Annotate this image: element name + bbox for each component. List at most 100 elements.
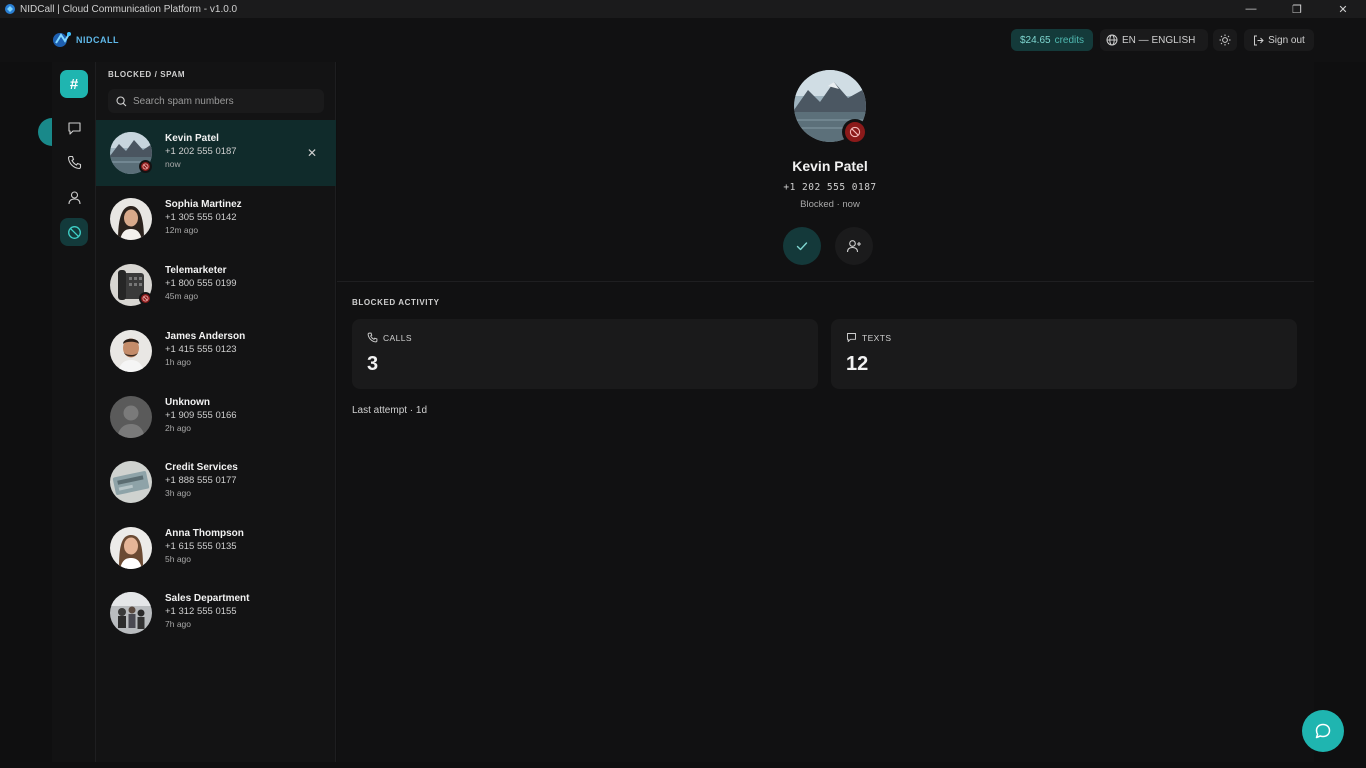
side-panel-handle[interactable] (38, 118, 52, 146)
blocked-status-badge (842, 119, 868, 145)
nav-rail: # (52, 62, 96, 762)
theme-toggle-button[interactable] (1213, 29, 1237, 51)
contact-time: 1h ago (165, 356, 191, 367)
contact-detail-panel: Kevin Patel +1 202 555 0187 Blocked · no… (337, 62, 1314, 762)
contact-time: 45m ago (165, 290, 199, 301)
search-box[interactable] (108, 89, 324, 113)
calls-label-text: CALLS (383, 332, 412, 343)
calls-nav-button[interactable] (60, 148, 88, 176)
credits-amount: $24.65 (1020, 34, 1051, 46)
contact-name: Unknown (165, 397, 210, 408)
sign-out-button[interactable]: Sign out (1244, 29, 1314, 51)
contact-phone: +1 800 555 0199 (165, 278, 237, 289)
blocked-list-panel: BLOCKED / SPAM Kevin Patel +1 202 555 01… (96, 62, 336, 762)
calls-count: 3 (367, 353, 379, 375)
contact-phone: +1 615 555 0135 (165, 541, 237, 552)
contacts-nav-button[interactable] (60, 183, 88, 211)
message-icon (67, 121, 81, 135)
add-contact-button[interactable] (835, 227, 873, 265)
logo[interactable]: NIDCALL (52, 30, 119, 50)
contact-text: Sophia Martinez +1 305 555 0142 12m ago (165, 200, 242, 234)
contact-phone: +1 312 555 0155 (165, 606, 237, 617)
contact-text: James Anderson +1 415 555 0123 1h ago (165, 332, 245, 366)
contact-name: Sales Department (165, 593, 250, 604)
section-divider (337, 281, 1314, 282)
phone-icon (67, 155, 81, 169)
app-header: NIDCALL $24.65 credits EN — ENGLISH Sign… (0, 18, 1366, 62)
contact-item-unknown[interactable]: Unknown +1 909 555 0166 2h ago (96, 384, 336, 450)
blocked-badge (139, 292, 152, 305)
contact-time: 5h ago (165, 553, 191, 564)
contact-name: Credit Services (165, 462, 238, 473)
language-label: EN — ENGLISH (1122, 34, 1196, 46)
language-selector[interactable]: EN — ENGLISH (1100, 29, 1208, 51)
contact-text: Credit Services +1 888 555 0177 3h ago (165, 463, 238, 497)
texts-label-text: TEXTS (862, 332, 892, 343)
sun-icon (1219, 34, 1231, 46)
contact-time: 3h ago (165, 487, 191, 498)
contact-text: Sales Department +1 312 555 0155 7h ago (165, 594, 249, 628)
sign-out-label: Sign out (1268, 34, 1305, 46)
remove-contact-icon[interactable]: ✕ (307, 146, 317, 160)
block-icon (67, 225, 81, 239)
blocked-activity-heading: BLOCKED ACTIVITY (352, 298, 440, 307)
contact-name: James Anderson (165, 331, 246, 342)
message-icon (846, 332, 857, 343)
window-title: NIDCall | Cloud Communication Platform -… (20, 3, 238, 15)
search-input[interactable] (133, 95, 313, 107)
contact-name: Kevin Patel (165, 133, 219, 144)
calls-stat-label: CALLS (367, 332, 412, 343)
avatar (110, 396, 152, 438)
contact-name: Telemarketer (165, 265, 227, 276)
contact-name: Anna Thompson (165, 528, 244, 539)
window-titlebar: NIDCall | Cloud Communication Platform -… (0, 0, 1366, 18)
contact-item-sales-department[interactable]: Sales Department +1 312 555 0155 7h ago (96, 580, 336, 646)
contact-text: Unknown +1 909 555 0166 2h ago (165, 398, 237, 432)
contact-item-sophia-martinez[interactable]: Sophia Martinez +1 305 555 0142 12m ago (96, 186, 336, 252)
brand-home-button[interactable]: # (60, 70, 88, 98)
contact-item-anna-thompson[interactable]: Anna Thompson +1 615 555 0135 5h ago (96, 515, 336, 581)
minimize-button[interactable]: — (1228, 0, 1274, 18)
contact-text: Kevin Patel +1 202 555 0187 now (165, 134, 237, 168)
close-window-button[interactable]: ✕ (1320, 0, 1366, 18)
logo-text: NIDCALL (76, 35, 119, 45)
last-attempt-text: Last attempt · 1d (352, 405, 428, 416)
avatar (110, 461, 152, 503)
texts-stat-card: TEXTS 12 (831, 319, 1297, 389)
contact-text: Telemarketer +1 800 555 0199 45m ago (165, 266, 237, 300)
contact-phone: +1 888 555 0177 (165, 475, 237, 486)
maximize-button[interactable]: ❐ (1274, 0, 1320, 18)
contact-item-credit-services[interactable]: Credit Services +1 888 555 0177 3h ago (96, 449, 336, 515)
contact-time: now (165, 158, 181, 169)
avatar (110, 592, 152, 634)
contact-time: 2h ago (165, 422, 191, 433)
credits-badge[interactable]: $24.65 credits (1011, 29, 1094, 51)
profile-name: Kevin Patel (792, 158, 868, 174)
messages-nav-button[interactable] (60, 114, 88, 142)
profile-status: Blocked · now (800, 199, 860, 210)
blocked-badge (139, 160, 152, 173)
avatar (110, 330, 152, 372)
contact-item-kevin-patel[interactable]: Kevin Patel +1 202 555 0187 now ✕ (96, 120, 336, 186)
contact-item-telemarketer[interactable]: Telemarketer +1 800 555 0199 45m ago (96, 252, 336, 318)
contact-phone: +1 305 555 0142 (165, 212, 237, 223)
sign-out-icon (1254, 35, 1264, 45)
contact-phone: +1 909 555 0166 (165, 410, 237, 421)
contact-phone: +1 415 555 0123 (165, 344, 237, 355)
unblock-button[interactable] (783, 227, 821, 265)
phone-icon (367, 332, 378, 343)
block-icon (849, 126, 861, 138)
check-icon (796, 242, 808, 251)
list-heading: BLOCKED / SPAM (108, 70, 186, 79)
chat-support-button[interactable] (1302, 710, 1344, 752)
contact-name: Sophia Martinez (165, 199, 242, 210)
user-icon (67, 190, 81, 204)
texts-stat-label: TEXTS (846, 332, 891, 343)
blocked-nav-button[interactable] (60, 218, 88, 246)
contact-item-james-anderson[interactable]: James Anderson +1 415 555 0123 1h ago (96, 318, 336, 384)
contact-time: 12m ago (165, 224, 199, 235)
calls-stat-card: CALLS 3 (352, 319, 818, 389)
globe-icon (1106, 34, 1118, 46)
logo-icon (53, 32, 71, 47)
search-icon (116, 95, 127, 106)
